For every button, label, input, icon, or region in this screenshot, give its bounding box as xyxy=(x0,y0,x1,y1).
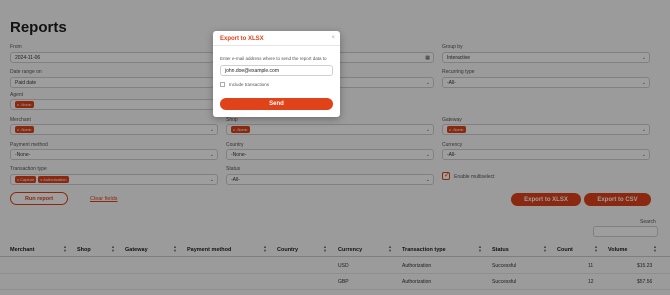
modal-instruction: Enter e-mail address where to send the r… xyxy=(220,56,327,61)
close-icon[interactable]: × xyxy=(331,35,335,41)
include-transactions-checkbox[interactable] xyxy=(220,82,225,87)
email-field[interactable]: john.doe@example.com xyxy=(220,65,333,76)
modal-divider xyxy=(213,45,340,46)
include-transactions-label: Include transactions xyxy=(229,82,270,87)
modal-title: Export to XLSX xyxy=(220,36,264,42)
send-button[interactable]: Send xyxy=(220,98,333,110)
email-value: john.doe@example.com xyxy=(225,67,279,74)
export-xlsx-modal: Export to XLSX × Enter e-mail address wh… xyxy=(213,31,340,117)
